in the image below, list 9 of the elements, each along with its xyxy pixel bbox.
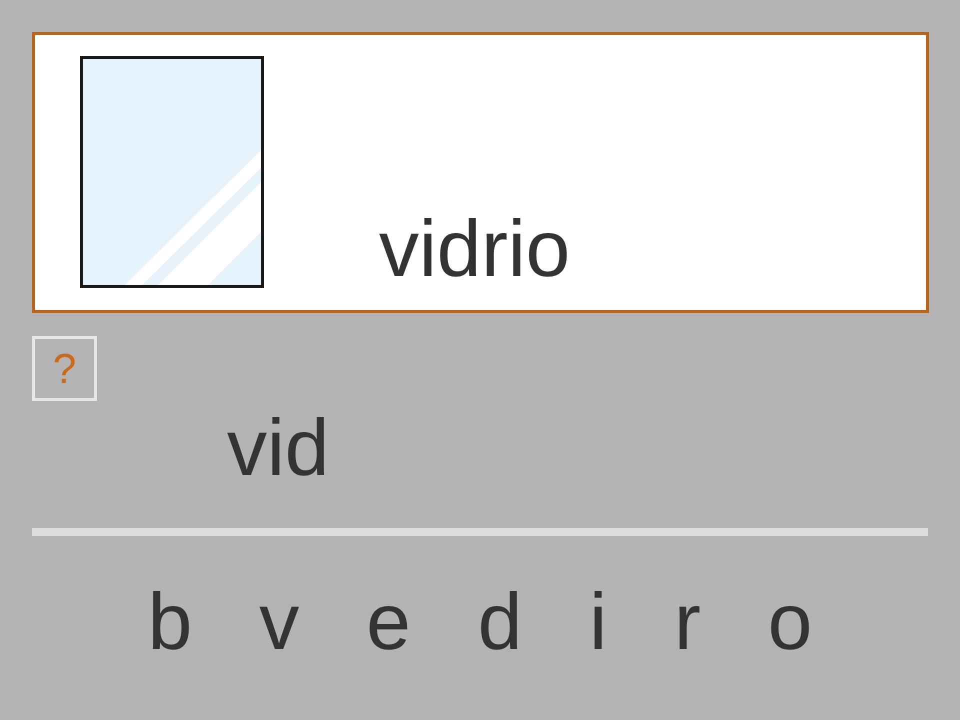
letter-tile[interactable]: o bbox=[768, 582, 812, 662]
letter-tile[interactable]: r bbox=[674, 582, 701, 662]
letter-tile[interactable]: v bbox=[259, 582, 300, 662]
letter-tile[interactable]: b bbox=[148, 582, 192, 662]
answer-field[interactable]: vid bbox=[32, 401, 928, 536]
letter-tile[interactable]: d bbox=[478, 582, 522, 662]
word-label: vidrio bbox=[379, 209, 570, 289]
letter-tile[interactable]: e bbox=[366, 582, 411, 662]
letter-tile[interactable]: i bbox=[589, 582, 608, 662]
